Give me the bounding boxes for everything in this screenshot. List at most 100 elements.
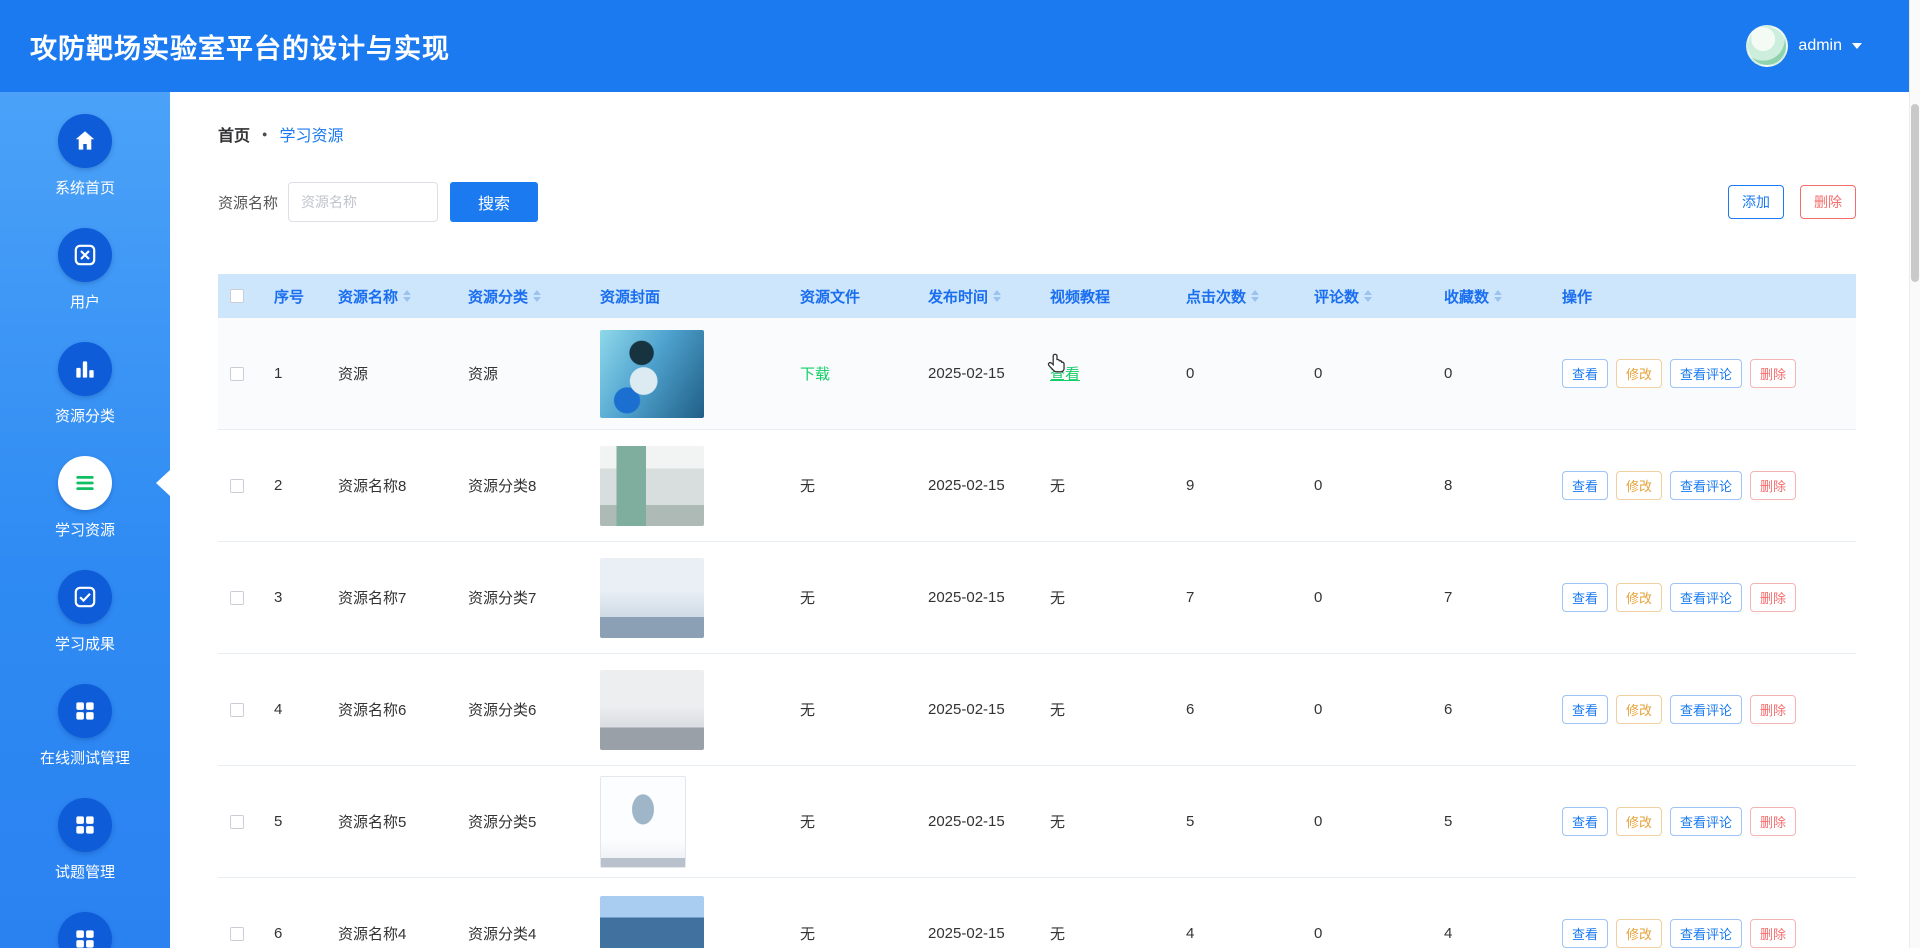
sidebar-item-label: 资源分类 <box>54 408 115 425</box>
search-input[interactable] <box>288 182 439 222</box>
resource-cover-image[interactable] <box>600 445 704 526</box>
breadcrumb-current-link[interactable]: 学习资源 <box>279 122 343 146</box>
resource-cover-image[interactable] <box>600 895 704 948</box>
cell-comments: 0 <box>1314 701 1323 718</box>
row-comments-button[interactable]: 查看评论 <box>1670 919 1743 948</box>
select-all-checkbox[interactable] <box>230 289 244 303</box>
bar-chart-icon <box>58 342 112 396</box>
col-comments[interactable]: 评论数 <box>1306 286 1436 307</box>
cell-date: 2025-02-15 <box>928 925 1005 942</box>
user-avatar <box>1746 25 1789 67</box>
cell-file: 无 <box>800 590 816 607</box>
row-delete-button[interactable]: 删除 <box>1750 695 1797 724</box>
sidebar-item-online-test[interactable]: 在线测试管理 <box>0 684 170 798</box>
row-edit-button[interactable]: 修改 <box>1616 919 1663 948</box>
sidebar-item-resource-category[interactable]: 资源分类 <box>0 342 170 456</box>
search-row: 资源名称 搜索 添加 删除 <box>218 180 1856 224</box>
breadcrumb-home-link[interactable]: 首页 <box>218 122 250 146</box>
cell-comments: 0 <box>1314 477 1323 494</box>
cell-clicks: 6 <box>1186 701 1195 718</box>
row-delete-button[interactable]: 删除 <box>1750 807 1797 836</box>
cell-video: 无 <box>1050 702 1066 719</box>
cell-category: 资源分类6 <box>468 702 537 719</box>
breadcrumb: 首页 ● 学习资源 <box>218 122 1856 146</box>
sidebar-item-learning-achievements[interactable]: 学习成果 <box>0 570 170 684</box>
sidebar-item-home[interactable]: 系统首页 <box>0 114 170 228</box>
cell-favorites: 4 <box>1444 925 1453 942</box>
row-checkbox[interactable] <box>230 814 244 829</box>
scrollbar-thumb[interactable] <box>1911 104 1919 282</box>
cell-date: 2025-02-15 <box>928 477 1005 494</box>
resource-cover-image[interactable] <box>600 669 704 750</box>
row-delete-button[interactable]: 删除 <box>1750 583 1797 612</box>
cell-file: 无 <box>800 702 816 719</box>
row-edit-button[interactable]: 修改 <box>1616 359 1663 388</box>
row-view-button[interactable]: 查看 <box>1562 919 1609 948</box>
search-button[interactable]: 搜索 <box>450 182 539 222</box>
sidebar-item-label: 学习资源 <box>54 522 115 539</box>
sort-icon <box>533 290 542 302</box>
row-comments-button[interactable]: 查看评论 <box>1670 471 1743 500</box>
add-button[interactable]: 添加 <box>1728 185 1784 219</box>
sidebar-item-question-management[interactable]: 试题管理 <box>0 798 170 912</box>
col-video: 视频教程 <box>1050 288 1111 306</box>
cell-index: 4 <box>274 701 283 718</box>
row-checkbox[interactable] <box>230 590 244 605</box>
row-view-button[interactable]: 查看 <box>1562 471 1609 500</box>
cell-comments: 0 <box>1314 925 1323 942</box>
check-square-icon <box>58 570 112 624</box>
cell-clicks: 0 <box>1186 365 1195 382</box>
resource-cover-image[interactable] <box>600 329 704 418</box>
row-view-button[interactable]: 查看 <box>1562 807 1609 836</box>
cell-category: 资源分类7 <box>468 590 537 607</box>
table-body: 1 资源 资源 下载 2025-02-15 查看 0 0 0 查看 修改 查看评… <box>218 318 1856 948</box>
cell-favorites: 0 <box>1444 365 1453 382</box>
col-date[interactable]: 发布时间 <box>920 286 1042 307</box>
sort-icon <box>403 290 412 302</box>
row-checkbox[interactable] <box>230 702 244 717</box>
cell-index: 5 <box>274 813 283 830</box>
delete-button[interactable]: 删除 <box>1800 185 1856 219</box>
row-comments-button[interactable]: 查看评论 <box>1670 695 1743 724</box>
cell-index: 2 <box>274 477 283 494</box>
row-checkbox[interactable] <box>230 366 244 381</box>
row-view-button[interactable]: 查看 <box>1562 583 1609 612</box>
row-view-button[interactable]: 查看 <box>1562 695 1609 724</box>
row-edit-button[interactable]: 修改 <box>1616 471 1663 500</box>
grid-icon <box>58 684 112 738</box>
sidebar-item-learning-resources[interactable]: 学习资源 <box>0 456 170 570</box>
sidebar-item-users[interactable]: 用户 <box>0 228 170 342</box>
col-category[interactable]: 资源分类 <box>460 286 592 307</box>
user-icon <box>58 228 112 282</box>
sidebar-item-label: 学习成果 <box>54 636 115 653</box>
row-edit-button[interactable]: 修改 <box>1616 695 1663 724</box>
row-delete-button[interactable]: 删除 <box>1750 471 1797 500</box>
cell-video: 无 <box>1050 478 1066 495</box>
resource-cover-image[interactable] <box>600 775 686 868</box>
col-favorites[interactable]: 收藏数 <box>1436 286 1554 307</box>
row-comments-button[interactable]: 查看评论 <box>1670 583 1743 612</box>
sidebar-item-partial[interactable] <box>0 912 170 948</box>
sidebar-item-label: 试题管理 <box>54 864 115 881</box>
row-checkbox[interactable] <box>230 478 244 493</box>
resource-cover-image[interactable] <box>600 557 704 638</box>
row-view-button[interactable]: 查看 <box>1562 359 1609 388</box>
col-name[interactable]: 资源名称 <box>330 286 460 307</box>
col-actions: 操作 <box>1562 288 1593 306</box>
row-comments-button[interactable]: 查看评论 <box>1670 807 1743 836</box>
user-name: admin <box>1798 37 1842 54</box>
sort-icon <box>993 290 1002 302</box>
video-view-link[interactable]: 查看 <box>1050 363 1080 384</box>
col-clicks[interactable]: 点击次数 <box>1178 286 1306 307</box>
vertical-scrollbar[interactable] <box>1909 0 1920 948</box>
cell-comments: 0 <box>1314 365 1323 382</box>
row-delete-button[interactable]: 删除 <box>1750 919 1797 948</box>
row-checkbox[interactable] <box>230 926 244 941</box>
user-menu[interactable]: admin <box>1746 25 1862 67</box>
row-delete-button[interactable]: 删除 <box>1750 359 1797 388</box>
row-edit-button[interactable]: 修改 <box>1616 807 1663 836</box>
row-edit-button[interactable]: 修改 <box>1616 583 1663 612</box>
download-link[interactable]: 下载 <box>800 363 830 384</box>
row-comments-button[interactable]: 查看评论 <box>1670 359 1743 388</box>
main-content: 首页 ● 学习资源 资源名称 搜索 添加 删除 序号 资源名称 资源分类 资源封… <box>170 92 1920 948</box>
